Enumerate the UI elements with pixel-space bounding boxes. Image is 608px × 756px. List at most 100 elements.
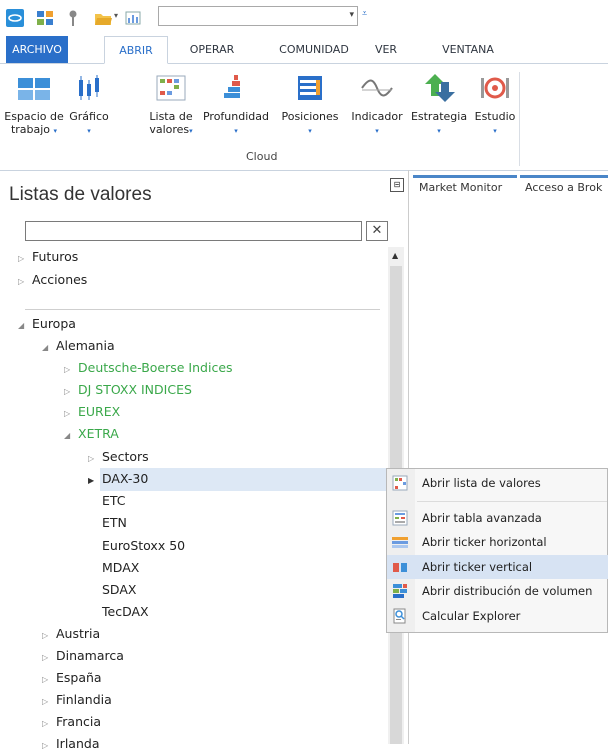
study-gear-icon [477, 70, 513, 106]
chevron-down-icon[interactable]: ▾ [349, 10, 354, 20]
group-separator [519, 72, 520, 166]
depth-button[interactable]: Profundidad ▾ [198, 70, 274, 138]
quick-access-toolbar: ▾ ▾ ⩡ [0, 0, 608, 36]
tree-item-irlanda[interactable]: ▷ Irlanda [42, 734, 99, 754]
tree-item-sectors[interactable]: ▷ Sectors [88, 447, 149, 467]
tab-abrir[interactable]: ABRIR [104, 36, 168, 64]
ribbon-panel: Espacio de trabajo ▾ Gráfico ▾ Lista de … [0, 64, 608, 171]
expand-icon[interactable]: ▶ [88, 471, 102, 491]
collapse-icon[interactable]: ◢ [42, 338, 56, 358]
indicator-button[interactable]: Indicador ▾ [346, 70, 408, 138]
indicator-wave-icon [359, 70, 395, 106]
chevron-down-icon: ▾ [53, 127, 58, 135]
tree-item-austria[interactable]: ▷ Austria [42, 624, 100, 644]
tree-item-deutsche-boerse[interactable]: ▷ Deutsche-Boerse Indices [64, 358, 233, 378]
tree-item-francia[interactable]: ▷ Francia [42, 712, 101, 732]
customize-toolbar-icon[interactable]: ⩡ [362, 9, 367, 19]
tab-archivo[interactable]: ARCHIVO [6, 36, 68, 63]
expand-icon[interactable]: ▷ [64, 382, 78, 402]
menu-item-open-watchlist[interactable]: Abrir lista de valores [387, 471, 608, 495]
tree-item-eurostoxx50[interactable]: EuroStoxx 50 [102, 536, 185, 556]
expand-icon[interactable]: ▷ [42, 648, 56, 668]
expand-icon[interactable]: ▷ [42, 714, 56, 734]
tree-item-acciones[interactable]: ▷ Acciones [18, 270, 87, 290]
pin-icon[interactable] [64, 9, 82, 27]
tab-ventana[interactable]: VENTANA [430, 36, 506, 63]
tree-item-sdax[interactable]: SDAX [102, 580, 136, 600]
tree-item-etc[interactable]: ETC [102, 491, 126, 511]
candlestick-chart-icon [71, 70, 107, 106]
watchlist-label-2: valores [149, 123, 190, 136]
expand-icon[interactable]: ▷ [18, 249, 32, 269]
tree-divider [25, 309, 380, 310]
close-icon[interactable]: ✕ [366, 221, 388, 241]
pin-panel-icon[interactable]: ⊟ [390, 178, 404, 192]
tree-item-alemania[interactable]: ◢ Alemania [42, 336, 115, 356]
tree-item-xetra[interactable]: ◢ XETRA [64, 424, 119, 444]
tree-item-dinamarca[interactable]: ▷ Dinamarca [42, 646, 124, 666]
tree-item-futuros[interactable]: ▷ Futuros [18, 247, 78, 267]
strategy-label: Estrategia [410, 110, 468, 123]
chevron-down-icon: ▾ [375, 127, 379, 135]
expand-icon[interactable]: ▷ [42, 736, 56, 756]
positions-button[interactable]: Posiciones ▾ [274, 70, 346, 138]
context-menu: Abrir lista de valores Abrir tabla avanz… [386, 468, 608, 633]
chevron-down-icon: ▾ [189, 127, 193, 135]
expand-icon[interactable]: ▷ [42, 670, 56, 690]
expand-icon[interactable]: ▷ [18, 272, 32, 292]
tab-operar[interactable]: OPERAR [182, 36, 242, 63]
workspace-button[interactable]: Espacio de trabajo ▾ [2, 70, 66, 138]
tree-item-etn[interactable]: ETN [102, 513, 127, 533]
strategy-arrows-icon [421, 70, 457, 106]
chart-button[interactable]: Gráfico ▾ [66, 70, 112, 138]
chart-label: Gráfico [69, 110, 109, 123]
expand-icon[interactable]: ▷ [42, 692, 56, 712]
tab-indicator [413, 175, 517, 178]
indicator-label: Indicador [351, 110, 403, 123]
tree-item-tecdax[interactable]: TecDAX [102, 602, 149, 622]
folder-dropdown-icon[interactable]: ▾ [114, 11, 118, 20]
quick-combo-box[interactable]: ▾ [158, 6, 358, 26]
watchlist-button[interactable]: Lista de valores▾ [144, 70, 198, 138]
tab-market-monitor[interactable]: Market Monitor [419, 181, 502, 194]
chevron-down-icon: ▾ [493, 127, 497, 135]
tree-item-espana[interactable]: ▷ España [42, 668, 102, 688]
tree-item-finlandia[interactable]: ▷ Finlandia [42, 690, 112, 710]
folder-open-icon[interactable] [94, 9, 112, 27]
chevron-down-icon: ▾ [234, 127, 238, 135]
study-button[interactable]: Estudio ▾ [470, 70, 520, 138]
expand-icon[interactable]: ▷ [64, 360, 78, 380]
workspace-label-1: Espacio de [4, 110, 64, 123]
positions-table-icon [292, 70, 328, 106]
panel-splitter[interactable] [408, 170, 409, 744]
tree-item-mdax[interactable]: MDAX [102, 558, 139, 578]
menu-item-advanced-table[interactable]: Abrir tabla avanzada [387, 506, 608, 530]
ribbon-tabs: ARCHIVO ABRIR OPERAR COMUNIDAD VER VENTA… [0, 36, 608, 64]
menu-item-calculate-explorer[interactable]: Calcular Explorer [387, 604, 608, 628]
strategy-button[interactable]: Estrategia ▾ [408, 70, 470, 138]
expand-icon[interactable]: ▷ [42, 626, 56, 646]
layout-icon[interactable] [36, 9, 54, 27]
tab-ver[interactable]: VER [370, 36, 402, 63]
scroll-up-icon[interactable]: ▲ [392, 251, 398, 260]
search-input[interactable] [25, 221, 362, 241]
collapse-icon[interactable]: ◢ [18, 316, 32, 336]
tree-item-dax30[interactable]: ▶ DAX-30 [88, 469, 148, 489]
expand-icon[interactable]: ▷ [64, 404, 78, 424]
chart-small-icon[interactable] [124, 9, 142, 27]
tree-item-dj-stoxx[interactable]: ▷ DJ STOXX INDICES [64, 380, 192, 400]
tab-comunidad[interactable]: COMUNIDAD [268, 36, 360, 63]
collapse-icon[interactable]: ◢ [64, 426, 78, 446]
menu-item-ticker-horizontal[interactable]: Abrir ticker horizontal [387, 530, 608, 554]
app-logo-icon[interactable] [6, 9, 24, 27]
tree-item-europa[interactable]: ◢ Europa [18, 314, 76, 334]
menu-item-volume-distribution[interactable]: Abrir distribución de volumen [387, 579, 608, 603]
chevron-down-icon: ▾ [87, 127, 91, 135]
ribbon-group-label: Cloud [246, 150, 278, 163]
menu-item-ticker-vertical[interactable]: Abrir ticker vertical [387, 555, 608, 579]
table-icon [392, 510, 408, 526]
tab-acceso-broker[interactable]: Acceso a Brok [525, 181, 602, 194]
explorer-icon [392, 608, 408, 624]
expand-icon[interactable]: ▷ [88, 449, 102, 469]
tree-item-eurex[interactable]: ▷ EUREX [64, 402, 120, 422]
